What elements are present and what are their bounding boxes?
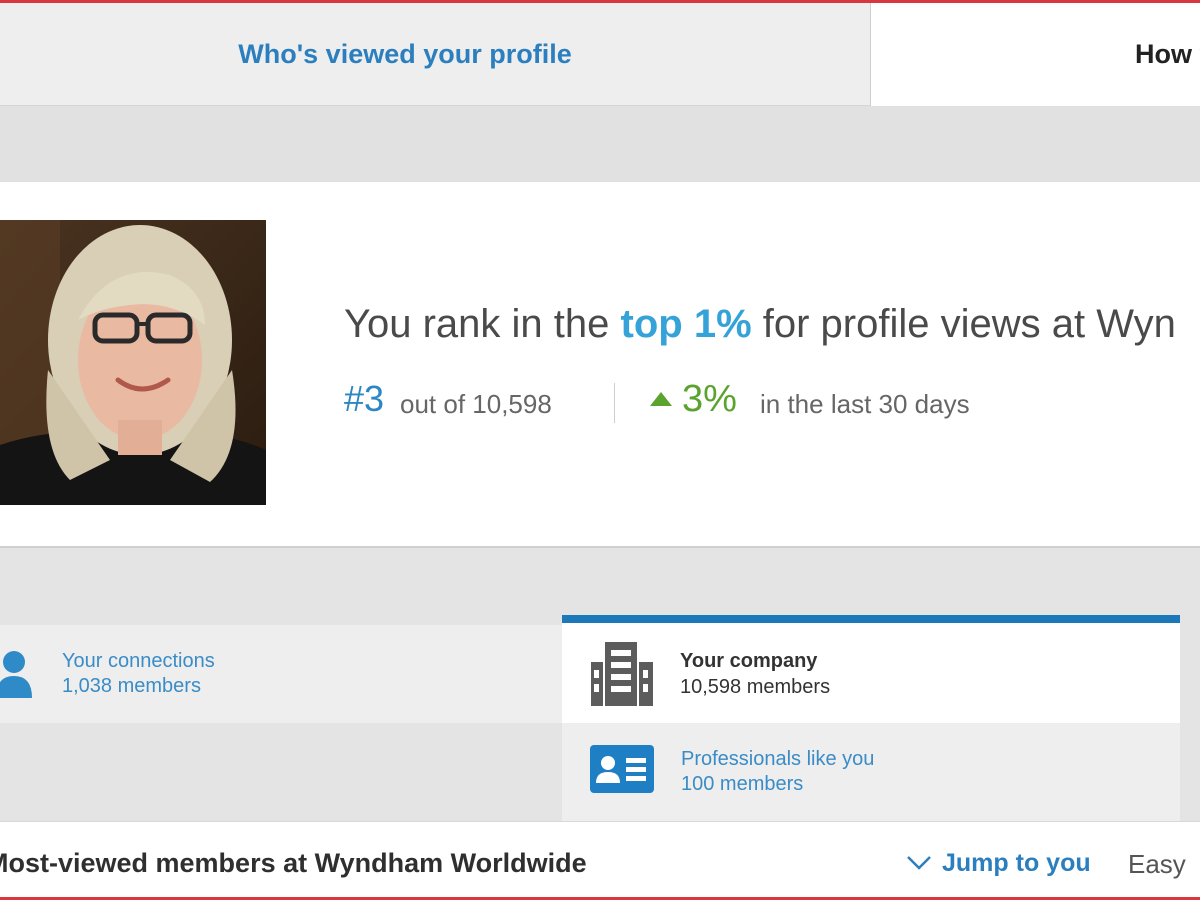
rank-prefix: You rank in the (344, 302, 610, 346)
most-viewed-title: Most-viewed members at Wyndham Worldwide (0, 848, 587, 878)
rank-headline: You rank in the top 1% for profile views… (344, 302, 1176, 347)
rank-highlight: top 1% (620, 302, 752, 346)
filter-your-company-label: Your company (680, 650, 818, 672)
rank-period: in the last 30 days (760, 389, 970, 419)
rank-position: #3 (344, 378, 385, 419)
header-spacer (0, 106, 1200, 182)
list-right-text: Easy (1128, 849, 1186, 879)
filter-your-company-count: 10,598 members (680, 676, 831, 698)
building-icon (589, 640, 655, 711)
filter-panel-edge (1180, 625, 1200, 821)
filter-professionals-like-you[interactable]: Professionals like you 100 members (562, 723, 1180, 821)
tab-whos-viewed-profile-label: Who's viewed your profile (238, 38, 572, 69)
jump-to-you-label: Jump to you (942, 849, 1091, 877)
most-viewed-header: Most-viewed members at Wyndham Worldwide… (0, 821, 1200, 897)
id-card-icon (590, 745, 654, 798)
person-icon (0, 648, 36, 703)
tab-how-you-rank[interactable]: How y (870, 3, 1200, 106)
chevron-down-icon (907, 856, 931, 870)
up-arrow-icon (650, 392, 672, 411)
filter-your-company[interactable]: Your company 10,598 members (562, 615, 1180, 723)
filter-your-connections-count: 1,038 members (62, 675, 201, 697)
filter-professionals-like-you-label: Professionals like you (681, 748, 875, 770)
tab-whos-viewed-profile[interactable]: Who's viewed your profile (0, 3, 870, 106)
rank-card: You rank in the top 1% for profile views… (0, 182, 1200, 548)
filter-your-connections-label: Your connections (62, 650, 215, 672)
tab-how-you-rank-label: How y (1135, 39, 1200, 69)
filter-professionals-like-you-count: 100 members (681, 773, 804, 795)
rank-suffix: for profile views at Wyn (762, 302, 1176, 346)
filter-your-connections[interactable]: Your connections 1,038 members (0, 625, 562, 723)
stats-divider (614, 383, 615, 423)
rank-change: 3% (682, 378, 737, 420)
profile-photo (0, 220, 266, 505)
rank-out-of: out of 10,598 (400, 389, 552, 419)
